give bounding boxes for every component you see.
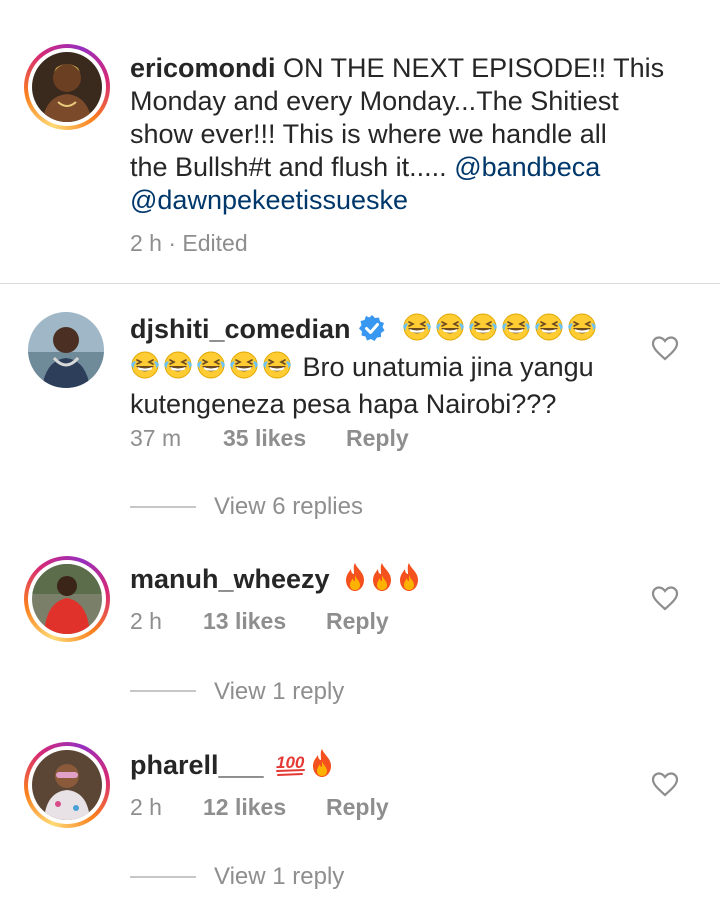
grinning-squint-face-emoji-icon xyxy=(567,312,597,350)
comment-text: djshiti_comedian Bro unatumia jina yangu… xyxy=(130,312,650,421)
emoji-row: 100 xyxy=(275,749,337,780)
caption-meta: 2 h · Edited xyxy=(130,230,248,256)
comment-time: 2 h xyxy=(130,794,162,820)
grinning-squint-face-emoji-icon xyxy=(196,350,226,388)
comment-avatar[interactable] xyxy=(24,742,110,828)
comment-time: 2 h xyxy=(130,608,162,634)
comment-text: manuh_wheezy xyxy=(130,562,424,600)
emoji-row xyxy=(402,313,600,344)
grinning-squint-face-emoji-icon xyxy=(163,350,193,388)
avatar-photo xyxy=(32,564,102,634)
mention-link[interactable]: @bandbeca xyxy=(454,152,600,182)
comment-time: 37 m xyxy=(130,425,182,451)
reply-button[interactable]: Reply xyxy=(326,608,389,635)
view-replies-button[interactable]: View 1 reply xyxy=(214,678,344,706)
grinning-squint-face-emoji-icon xyxy=(468,312,498,350)
heart-icon[interactable] xyxy=(651,335,679,361)
reply-button[interactable]: Reply xyxy=(326,794,389,821)
hundred-points-emoji-icon: 100 xyxy=(275,748,307,786)
caption-text: ericomondi ON THE NEXT EPISODE!! This Mo… xyxy=(130,52,700,217)
caption-line: show ever!!! This is where we handle all xyxy=(130,119,607,149)
comment-likes[interactable]: 12 likes xyxy=(203,794,286,821)
emoji-row xyxy=(343,563,424,594)
mention-link[interactable]: @dawnpekeetissueske xyxy=(130,185,408,215)
comment-username[interactable]: pharell___ xyxy=(130,750,264,780)
view-replies-line xyxy=(130,690,196,692)
comment-line: kutengeneza pesa hapa Nairobi??? xyxy=(130,389,557,419)
comment-username[interactable]: manuh_wheezy xyxy=(130,564,330,594)
comment-line: Bro unatumia jina yangu xyxy=(302,352,594,382)
grinning-squint-face-emoji-icon xyxy=(435,312,465,350)
caption-line: Monday and every Monday...The Shitiest xyxy=(130,86,619,116)
comment-avatar[interactable] xyxy=(24,556,110,642)
fire-emoji-icon xyxy=(370,562,394,600)
avatar-photo xyxy=(32,750,102,820)
comment-avatar[interactable] xyxy=(28,312,104,388)
grinning-squint-face-emoji-icon xyxy=(262,350,292,388)
fire-emoji-icon xyxy=(397,562,421,600)
reply-button[interactable]: Reply xyxy=(346,425,409,452)
comment-username[interactable]: djshiti_comedian xyxy=(130,314,351,344)
view-replies-line xyxy=(130,876,196,878)
emoji-row xyxy=(130,351,295,382)
view-replies-line xyxy=(130,506,196,508)
verified-badge-icon xyxy=(358,314,386,350)
divider xyxy=(0,283,720,284)
heart-icon[interactable] xyxy=(651,771,679,797)
grinning-squint-face-emoji-icon xyxy=(501,312,531,350)
fire-emoji-icon xyxy=(310,748,334,786)
grinning-squint-face-emoji-icon xyxy=(534,312,564,350)
avatar-photo xyxy=(32,52,102,122)
heart-icon[interactable] xyxy=(651,585,679,611)
comment-text: pharell___ 100 xyxy=(130,748,337,786)
view-replies-button[interactable]: View 1 reply xyxy=(214,863,344,891)
comment-likes[interactable]: 35 likes xyxy=(223,425,306,452)
caption-line: ON THE NEXT EPISODE!! This xyxy=(283,53,665,83)
fire-emoji-icon xyxy=(343,562,367,600)
comment-likes[interactable]: 13 likes xyxy=(203,608,286,635)
view-replies-button[interactable]: View 6 replies xyxy=(214,493,363,521)
grinning-squint-face-emoji-icon xyxy=(130,350,160,388)
caption-username[interactable]: ericomondi xyxy=(130,53,276,83)
grinning-squint-face-emoji-icon xyxy=(229,350,259,388)
grinning-squint-face-emoji-icon xyxy=(402,312,432,350)
caption-line: the Bullsh#t and flush it..... xyxy=(130,152,447,182)
caption-avatar[interactable] xyxy=(24,44,110,130)
